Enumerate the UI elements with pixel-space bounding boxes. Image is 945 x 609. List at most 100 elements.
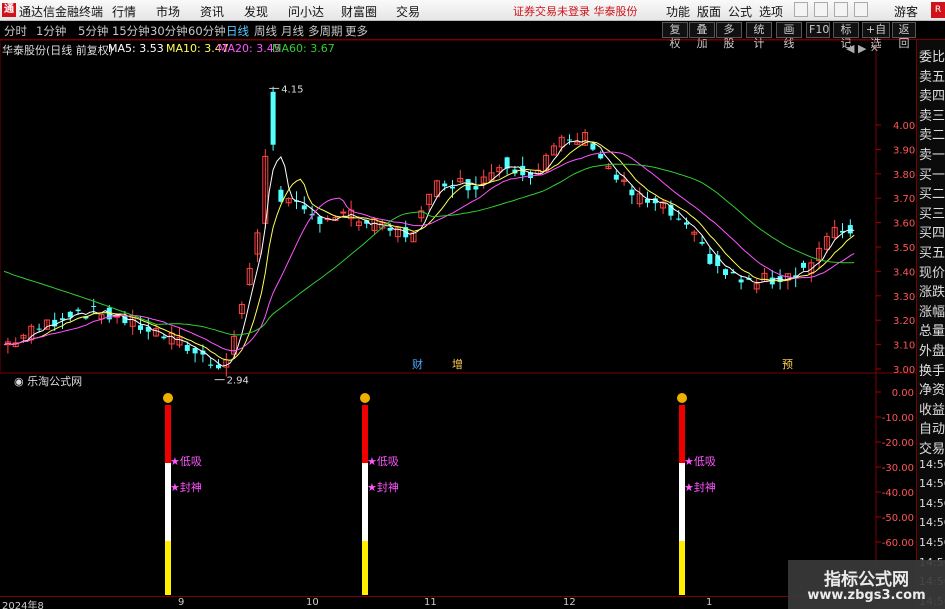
side-panel-item: 外盘 — [919, 344, 945, 359]
tab-1min[interactable]: 1分钟 — [36, 23, 66, 39]
tab-60min[interactable]: 60分钟 — [188, 23, 226, 39]
quote-side-panel: 委比 卖五 卖四 卖三 卖二 卖一 买一 买二 买三 买四 买五 现价 涨跌 涨幅 总量 外盘 换手 净资 收益 自动… — [916, 40, 945, 609]
period-tab-bar: 分时 1分钟 5分钟 15分钟 30分钟 60分钟 日线 周线 月线 多周期 更… — [0, 21, 945, 50]
side-panel-item: 收益 — [919, 402, 945, 418]
candle-down — [707, 253, 713, 264]
signal-bar-white — [679, 463, 685, 541]
candle-down — [676, 218, 682, 220]
menu-function[interactable]: 功能 — [666, 3, 690, 20]
ma10-line — [3, 141, 855, 361]
adjust-button[interactable]: 复权 — [662, 22, 688, 50]
tab-30min[interactable]: 30分钟 — [150, 23, 188, 39]
candle-down — [442, 183, 448, 187]
sub-axis-label: -50.00 — [882, 513, 914, 524]
menu-wealth[interactable]: 财富圈 — [341, 3, 377, 20]
signal-top-label: ★封神 — [367, 480, 399, 494]
candle-down — [161, 336, 167, 339]
sub-chart-title: ◉ 乐淘公式网 — [14, 375, 82, 388]
tab-daily[interactable]: 日线 — [226, 23, 249, 39]
menu-layout[interactable]: 版面 — [697, 3, 721, 20]
tab-15min[interactable]: 15分钟 — [112, 23, 150, 39]
close-icon[interactable] — [854, 2, 868, 17]
price-axis-label: 3.60 — [893, 219, 915, 230]
low-price-label: 2.94 — [227, 376, 249, 387]
signal-bar-white — [362, 463, 368, 541]
menu-bar: 通 通达信金融终端 行情 市场 资讯 发现 问小达 财富圈 交易 证券交易未登录… — [0, 0, 945, 21]
f10-button[interactable]: F10 — [806, 22, 830, 38]
price-axis-label: 3.70 — [893, 194, 915, 205]
money-bag-icon — [360, 393, 370, 403]
restore-icon[interactable] — [814, 2, 828, 17]
candle-down — [567, 139, 572, 141]
candle-down — [317, 216, 323, 224]
tab-5min[interactable]: 5分钟 — [78, 23, 108, 39]
ma5-line — [3, 140, 855, 367]
kline-chart[interactable]: 4.00 3.90 3.80 3.70 3.60 3.50 3.40 3.30 3.20 3.10… — [0, 39, 916, 596]
chart-area[interactable]: 4.00 3.90 3.80 3.70 3.60 3.50 3.40 3.30 3.20 3.10… — [0, 39, 916, 600]
candle-down — [613, 174, 619, 180]
menu-quotes[interactable]: 行情 — [112, 3, 136, 20]
menu-trade[interactable]: 交易 — [396, 3, 420, 20]
signal-low-label: ★低吸 — [684, 455, 716, 468]
tab-monthly[interactable]: 月线 — [281, 23, 304, 39]
candle-down — [387, 228, 393, 231]
minimize-icon[interactable] — [794, 2, 808, 17]
chart-toolbar-icons[interactable]: ◀ ▶ ✕ — [846, 42, 879, 55]
price-axis-label: 3.00 — [893, 365, 915, 376]
signal-bar-yellow — [165, 541, 171, 595]
guest-login[interactable]: 游客 — [894, 3, 918, 20]
candle-down — [801, 262, 806, 268]
multi-stock-button[interactable]: 多股 — [716, 22, 742, 50]
candle-down — [629, 189, 635, 196]
date-label: 12 — [563, 597, 576, 608]
menu-market[interactable]: 市场 — [156, 3, 180, 20]
candle-down — [216, 364, 221, 369]
statistics-button[interactable]: 统计 — [746, 22, 772, 50]
side-panel-item: 换手 — [919, 363, 945, 379]
signal-low-label: ★低吸 — [170, 455, 202, 468]
menu-discover[interactable]: 发现 — [244, 3, 268, 20]
overlay-button[interactable]: 叠加 — [689, 22, 715, 50]
sub-axis-label: -20.00 — [882, 438, 914, 449]
signal-top-label: ★封神 — [684, 480, 716, 494]
tab-weekly[interactable]: 周线 — [254, 23, 277, 39]
side-panel-item: 总量 — [919, 324, 945, 340]
draw-line-button[interactable]: 画线 — [776, 22, 802, 50]
tab-more[interactable]: 更多 — [345, 23, 368, 39]
price-axis-label: 3.90 — [893, 145, 915, 156]
tab-multi-period[interactable]: 多周期 — [308, 23, 343, 39]
price-axis-label: 4.00 — [893, 121, 915, 132]
candle-down — [138, 325, 143, 330]
signal-low-label: ★低吸 — [367, 455, 399, 468]
side-panel-item: 买三 — [919, 206, 945, 222]
event-marker-forecast: 预 — [782, 358, 793, 371]
signal-bar-yellow — [362, 541, 368, 595]
money-bag-icon — [163, 393, 173, 403]
maximize-icon[interactable] — [834, 2, 848, 17]
side-panel-item: 买二 — [919, 187, 945, 203]
candle-down — [75, 309, 81, 312]
side-panel-item: 14:56 — [919, 536, 945, 549]
candle-down — [699, 241, 705, 244]
candle-down — [270, 91, 276, 145]
candle-down — [192, 347, 198, 354]
candle-down — [91, 305, 97, 307]
candle-down — [184, 345, 190, 351]
menu-assistant[interactable]: 问小达 — [288, 3, 324, 20]
app-logo-icon: 通 — [2, 3, 16, 17]
date-label: 2024年8 — [2, 601, 44, 609]
price-axis-label: 3.30 — [893, 292, 915, 303]
mark-button[interactable]: 标记 — [833, 22, 859, 50]
date-label: 10 — [306, 597, 319, 608]
ma20-line — [3, 151, 855, 352]
menu-formula[interactable]: 公式 — [728, 3, 752, 20]
menu-options[interactable]: 选项 — [759, 3, 783, 20]
trade-login-warning[interactable]: 证券交易未登录 华泰股份 — [513, 3, 638, 19]
add-watchlist-button[interactable]: +自选 — [862, 22, 890, 50]
back-button[interactable]: 返回 — [892, 22, 916, 50]
tab-intraday[interactable]: 分时 — [4, 23, 27, 39]
menu-news[interactable]: 资讯 — [200, 3, 224, 20]
signal-bar-white — [165, 463, 171, 541]
side-panel-item: 涨跌 — [919, 285, 945, 301]
r-button[interactable]: R — [931, 2, 945, 18]
